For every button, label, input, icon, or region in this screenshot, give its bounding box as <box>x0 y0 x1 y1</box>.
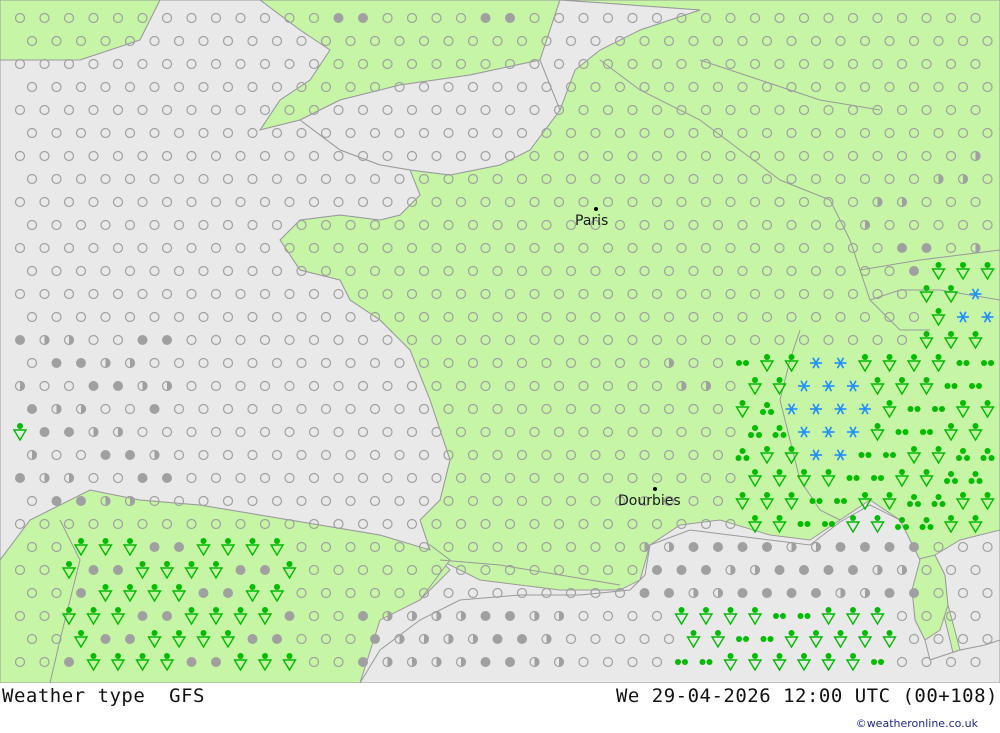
weather-map: Paris Dourbies <box>0 0 1000 683</box>
filled-circle-icon <box>64 657 74 667</box>
filled-circle-icon <box>664 588 674 598</box>
filled-circle-icon <box>260 565 270 575</box>
open-circle-icon <box>443 587 454 599</box>
open-circle-icon <box>933 633 944 645</box>
filled-circle-icon <box>737 542 748 552</box>
filled-circle-icon <box>358 611 368 621</box>
filled-circle-icon <box>15 335 25 345</box>
filled-circle-icon <box>639 588 650 598</box>
map-title: Weather type GFS <box>2 685 205 707</box>
city-label-dourbies: Dourbies <box>618 493 681 509</box>
filled-circle-icon <box>272 634 282 644</box>
filled-circle-icon <box>897 243 907 253</box>
filled-circle-icon <box>76 358 86 368</box>
filled-circle-icon <box>235 565 246 575</box>
open-circle-icon <box>492 587 503 599</box>
filled-circle-icon <box>505 13 515 23</box>
filled-circle-icon <box>211 657 221 667</box>
filled-circle-icon <box>762 588 772 598</box>
filled-circle-icon <box>27 404 37 414</box>
filled-circle-icon <box>884 542 895 552</box>
filled-circle-icon <box>247 634 258 644</box>
filled-circle-icon <box>517 634 527 644</box>
map-footer: Weather type GFS We 29-04-2026 12:00 UTC… <box>0 683 1000 733</box>
filled-circle-icon <box>223 588 233 598</box>
filled-circle-icon <box>786 588 797 598</box>
filled-circle-icon <box>39 427 50 437</box>
filled-circle-icon <box>137 335 148 345</box>
dourbies-marker <box>653 487 657 491</box>
filled-circle-icon <box>149 542 160 552</box>
filled-circle-icon <box>137 473 148 483</box>
filled-circle-icon <box>76 496 86 506</box>
filled-circle-icon <box>799 565 809 575</box>
paris-marker <box>594 207 598 211</box>
filled-circle-icon <box>774 565 785 575</box>
filled-circle-icon <box>860 542 870 552</box>
filled-circle-icon <box>701 565 711 575</box>
map-canvas <box>0 0 1000 683</box>
filled-circle-icon <box>480 611 491 621</box>
filled-circle-icon <box>162 473 172 483</box>
filled-circle-icon <box>480 13 491 23</box>
filled-circle-icon <box>88 565 99 575</box>
open-circle-icon <box>467 587 479 599</box>
filled-circle-icon <box>88 381 99 391</box>
filled-circle-icon <box>162 611 172 621</box>
city-label-paris: Paris <box>575 213 609 229</box>
filled-circle-icon <box>652 565 662 575</box>
filled-circle-icon <box>811 588 821 598</box>
filled-circle-icon <box>113 381 123 391</box>
filled-circle-icon <box>174 542 184 552</box>
filled-circle-icon <box>909 542 919 552</box>
filled-circle-icon <box>100 634 111 644</box>
filled-circle-icon <box>835 542 846 552</box>
half-circle-icon <box>406 610 418 622</box>
credit-link[interactable]: ©weatheronline.co.uk <box>856 717 978 730</box>
filled-circle-icon <box>51 496 62 506</box>
filled-circle-icon <box>186 657 197 667</box>
filled-circle-icon <box>492 634 503 644</box>
filled-circle-icon <box>762 542 772 552</box>
filled-circle-icon <box>823 565 834 575</box>
filled-circle-icon <box>921 243 932 253</box>
filled-circle-icon <box>76 588 86 598</box>
filled-circle-icon <box>909 588 919 598</box>
filled-circle-icon <box>909 266 919 276</box>
filled-circle-icon <box>480 657 491 667</box>
filled-circle-icon <box>149 404 160 414</box>
filled-circle-icon <box>125 634 135 644</box>
filled-circle-icon <box>688 542 699 552</box>
filled-circle-icon <box>113 565 123 575</box>
filled-circle-icon <box>162 335 172 345</box>
filled-circle-icon <box>713 542 723 552</box>
filled-circle-icon <box>284 611 295 621</box>
filled-circle-icon <box>333 13 344 23</box>
filled-circle-icon <box>15 473 25 483</box>
filled-circle-icon <box>358 657 368 667</box>
filled-circle-icon <box>125 450 135 460</box>
filled-circle-icon <box>505 611 515 621</box>
filled-circle-icon <box>848 565 858 575</box>
filled-circle-icon <box>137 611 148 621</box>
filled-circle-icon <box>64 427 74 437</box>
filled-circle-icon <box>505 657 515 667</box>
filled-circle-icon <box>370 634 380 644</box>
filled-circle-icon <box>358 13 368 23</box>
filled-circle-icon <box>676 565 687 575</box>
filled-circle-icon <box>884 588 895 598</box>
map-valid-time: We 29-04-2026 12:00 UTC (00+108) <box>615 685 998 707</box>
filled-circle-icon <box>100 450 111 460</box>
filled-circle-icon <box>737 588 748 598</box>
filled-circle-icon <box>198 588 209 598</box>
filled-circle-icon <box>51 358 62 368</box>
